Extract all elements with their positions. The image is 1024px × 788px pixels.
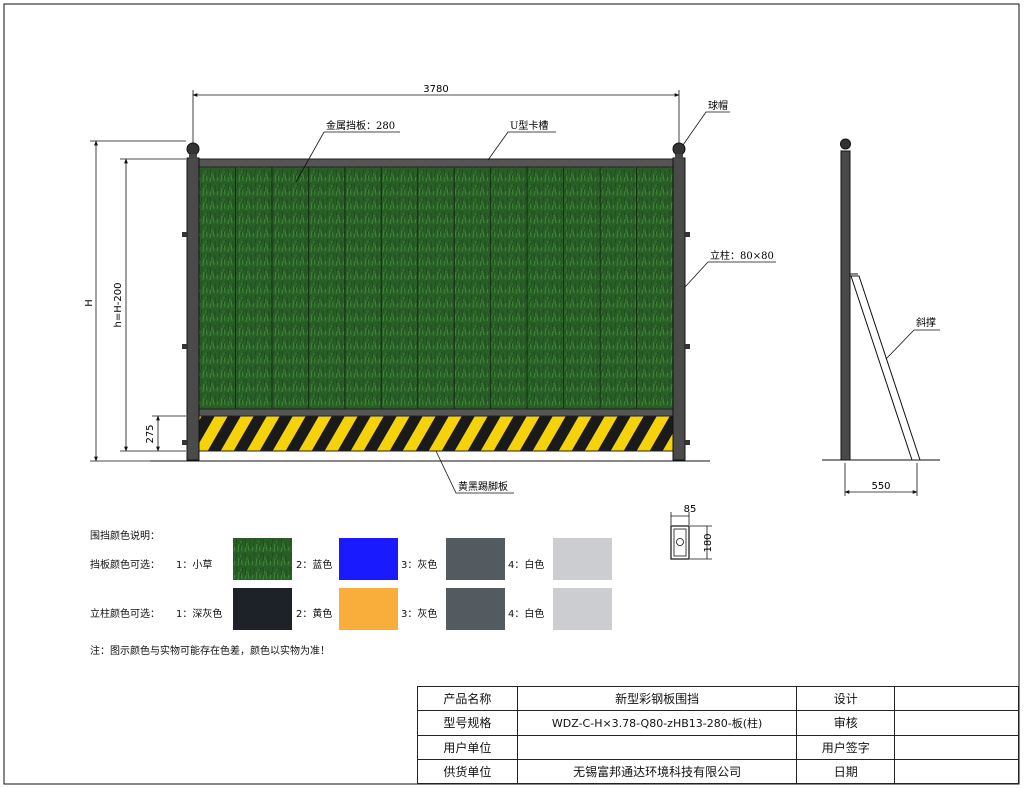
- brace-leader: [885, 329, 940, 360]
- front-elevation: 3780 H h=H-200 275 金属挡板：280 U型卡槽 球帽 立柱：8…: [84, 84, 776, 494]
- cap-leader: [682, 111, 730, 146]
- brace-label: 斜撑: [916, 316, 936, 329]
- design-label: 设计: [796, 685, 896, 712]
- section-height-dimension: 180: [703, 533, 714, 552]
- post-swatch-dark-gray: [233, 588, 292, 630]
- fence-drawing: 3780 H h=H-200 275 金属挡板：280 U型卡槽 球帽 立柱：8…: [3, 3, 1020, 785]
- kick-height-dimension: 275: [145, 424, 156, 443]
- left-ball-cap: [186, 142, 200, 156]
- kickboard-rail: [198, 408, 674, 417]
- review-label: 审核: [796, 710, 896, 736]
- date-value: [894, 758, 1019, 785]
- post-option-1-label: 1：深灰色: [176, 609, 223, 620]
- h-dimension: H: [84, 299, 95, 307]
- kickboard-label: 黄黑踢脚板: [458, 480, 508, 493]
- design-value: [894, 685, 1019, 712]
- side-view: 斜撑 550: [822, 138, 940, 496]
- width-dimension: 3780: [423, 84, 448, 95]
- inner-height-dimension: h=H-200: [113, 283, 124, 328]
- user-unit-value: [516, 734, 798, 760]
- panel-swatch-gray: [446, 538, 505, 580]
- color-note: 注：图示颜色与实物可能存在色差，颜色以实物为准！: [90, 646, 330, 657]
- post-swatch-white: [553, 588, 612, 630]
- u-channel: [191, 158, 681, 168]
- panel-swatch-blue: [339, 538, 398, 580]
- channel-label: U型卡槽: [510, 119, 548, 132]
- section-width-dimension: 85: [684, 504, 697, 515]
- legend-title: 围挡颜色说明：: [90, 531, 160, 542]
- user-unit-label: 用户单位: [417, 734, 518, 760]
- user-sign-label: 用户签字: [796, 734, 896, 760]
- panel-option-2-label: 2：蓝色: [296, 560, 333, 571]
- post-option-3-label: 3：灰色: [401, 609, 438, 620]
- post-section-detail: 85 180: [670, 504, 714, 560]
- post-option-2-label: 2：黄色: [296, 609, 333, 620]
- post-label: 立柱：80×80: [710, 249, 774, 262]
- cap-label: 球帽: [708, 99, 728, 112]
- post-option-4-label: 4：白色: [508, 609, 545, 620]
- model-value: WDZ-C-H×3.78-Q80-zHB13-280-板(柱): [516, 710, 798, 736]
- panel-swatch-grass: [233, 538, 292, 580]
- panel-label: 金属挡板：280: [326, 119, 395, 132]
- panel-swatch-white: [553, 538, 612, 580]
- product-name: 新型彩钢板围挡: [516, 685, 798, 712]
- right-post: [672, 157, 686, 461]
- date-label: 日期: [796, 758, 896, 785]
- post-swatch-yellow: [339, 588, 398, 630]
- kickboard: [198, 415, 674, 452]
- side-post: [840, 150, 851, 461]
- user-sign-value: [894, 734, 1019, 760]
- supplier-value: 无锡富邦通达环境科技有限公司: [516, 758, 798, 785]
- post-leader: [684, 261, 776, 288]
- model-label: 型号规格: [417, 710, 518, 736]
- product-name-label: 产品名称: [417, 685, 518, 712]
- metal-panel-area: [199, 166, 673, 409]
- left-post: [186, 157, 200, 461]
- side-ball-cap: [840, 138, 851, 150]
- panel-option-3-label: 3：灰色: [401, 560, 438, 571]
- channel-leader: [487, 131, 556, 161]
- post-color-row-label: 立柱颜色可选：: [90, 609, 160, 620]
- review-value: [894, 710, 1019, 736]
- panel-option-4-label: 4：白色: [508, 560, 545, 571]
- title-block: 产品名称 新型彩钢板围挡 设计 型号规格 WDZ-C-H×3.78-Q80-zH…: [417, 685, 1019, 785]
- diagonal-brace: [850, 275, 921, 461]
- base-dimension: 550: [871, 481, 890, 492]
- supplier-label: 供货单位: [417, 758, 518, 785]
- post-swatch-gray: [446, 588, 505, 630]
- panel-color-row-label: 挡板颜色可选：: [90, 560, 160, 571]
- panel-option-1-label: 1：小草: [176, 560, 213, 571]
